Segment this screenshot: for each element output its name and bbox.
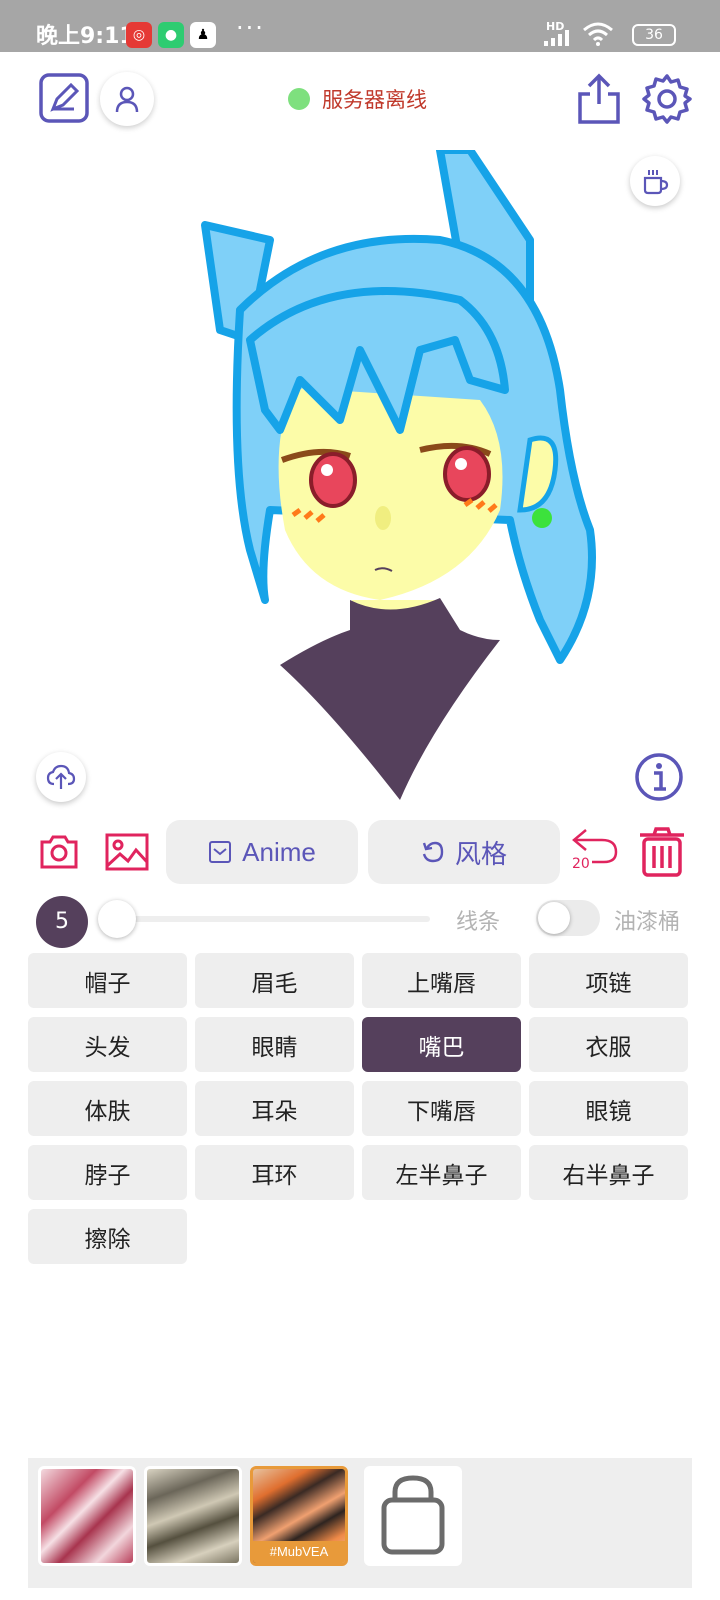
parts-grid: 帽子 眉毛 上嘴唇 项链头发 眼睛 嘴巴 衣服体肤 耳朵 下嘴唇 眼镜脖子 耳环 左半鼻子 右半鼻子擦除: [28, 953, 692, 1264]
delete-button[interactable]: [638, 826, 686, 878]
style-label: 风格: [454, 839, 507, 870]
part-button[interactable]: 嘴巴: [362, 1017, 521, 1072]
shop-button[interactable]: [364, 1466, 462, 1566]
texture-tag: #MubVEA: [253, 1541, 345, 1563]
texture-swatch-red[interactable]: [38, 1466, 136, 1566]
part-button[interactable]: 帽子: [28, 953, 187, 1008]
wechat-icon: ●: [158, 22, 184, 48]
user-button[interactable]: [100, 72, 154, 126]
part-button[interactable]: 下嘴唇: [362, 1081, 521, 1136]
line-mode-label: 线条: [456, 910, 501, 935]
style-button[interactable]: 风格: [368, 820, 560, 884]
part-button[interactable]: 右半鼻子: [529, 1145, 688, 1200]
gallery-button[interactable]: [104, 830, 150, 874]
netease-music-icon: ◎: [126, 22, 152, 48]
brush-size-thumb[interactable]: [98, 900, 136, 938]
bucket-mode-label: 油漆桶: [614, 910, 681, 935]
part-button[interactable]: 擦除: [28, 1209, 187, 1264]
coffee-button[interactable]: [630, 156, 680, 206]
status-bar: 晚上9:11 ◎ ● ♟ ··· HD 36: [0, 0, 720, 52]
status-indicator-dot: [288, 88, 310, 110]
part-button[interactable]: 项链: [529, 953, 688, 1008]
checkbox-icon: [209, 841, 232, 863]
part-button[interactable]: 上嘴唇: [362, 953, 521, 1008]
wifi-icon: [583, 22, 613, 46]
coffee-icon: [643, 170, 669, 195]
part-button[interactable]: 脖子: [28, 1145, 187, 1200]
bucket-toggle[interactable]: [536, 900, 600, 936]
bucket-toggle-knob: [538, 902, 570, 934]
signal-icon: [544, 30, 569, 46]
part-button[interactable]: 左半鼻子: [362, 1145, 521, 1200]
camera-button[interactable]: [38, 832, 80, 872]
server-status: 服务器离线: [288, 84, 427, 114]
anime-button[interactable]: Anime: [166, 820, 358, 884]
user-icon: [115, 86, 139, 113]
drawing-image: [201, 146, 596, 800]
gear-icon: [642, 74, 692, 124]
share-button[interactable]: [576, 72, 622, 126]
texture-swatch-gray[interactable]: [144, 1466, 242, 1566]
server-status-text: 服务器离线: [322, 88, 427, 112]
undo-count: 20: [572, 856, 590, 872]
more-notifications-icon: ···: [236, 14, 265, 42]
brush-size-badge: 5: [36, 896, 88, 948]
undo-button[interactable]: 20: [570, 824, 620, 874]
part-button[interactable]: 耳朵: [195, 1081, 354, 1136]
part-button[interactable]: 耳环: [195, 1145, 354, 1200]
brush-size-slider[interactable]: [98, 900, 430, 938]
qq-icon: ♟: [190, 22, 216, 48]
anime-label: Anime: [242, 836, 316, 867]
texture-bar: #MubVEA: [28, 1458, 692, 1588]
drawing-canvas[interactable]: [0, 146, 720, 810]
camera-icon: [40, 835, 78, 869]
part-button[interactable]: 眼镜: [529, 1081, 688, 1136]
texture-swatch-orange[interactable]: #MubVEA: [250, 1466, 348, 1566]
share-icon: [578, 73, 620, 124]
image-icon: [105, 833, 149, 871]
cloud-upload-button[interactable]: [36, 752, 86, 802]
part-button[interactable]: 体肤: [28, 1081, 187, 1136]
settings-button[interactable]: [640, 72, 694, 126]
info-icon: [635, 753, 683, 801]
part-button[interactable]: 头发: [28, 1017, 187, 1072]
part-button[interactable]: 眉毛: [195, 953, 354, 1008]
trash-icon: [640, 827, 684, 877]
info-button[interactable]: [634, 752, 684, 802]
part-button[interactable]: 眼睛: [195, 1017, 354, 1072]
cloud-upload-icon: [46, 764, 76, 789]
refresh-icon: [422, 841, 444, 863]
shopping-bag-icon: [381, 1475, 445, 1555]
battery-icon: 36: [632, 24, 676, 46]
part-button[interactable]: 衣服: [529, 1017, 688, 1072]
status-time: 晚上9:11: [36, 24, 135, 49]
edit-icon[interactable]: [38, 72, 90, 124]
